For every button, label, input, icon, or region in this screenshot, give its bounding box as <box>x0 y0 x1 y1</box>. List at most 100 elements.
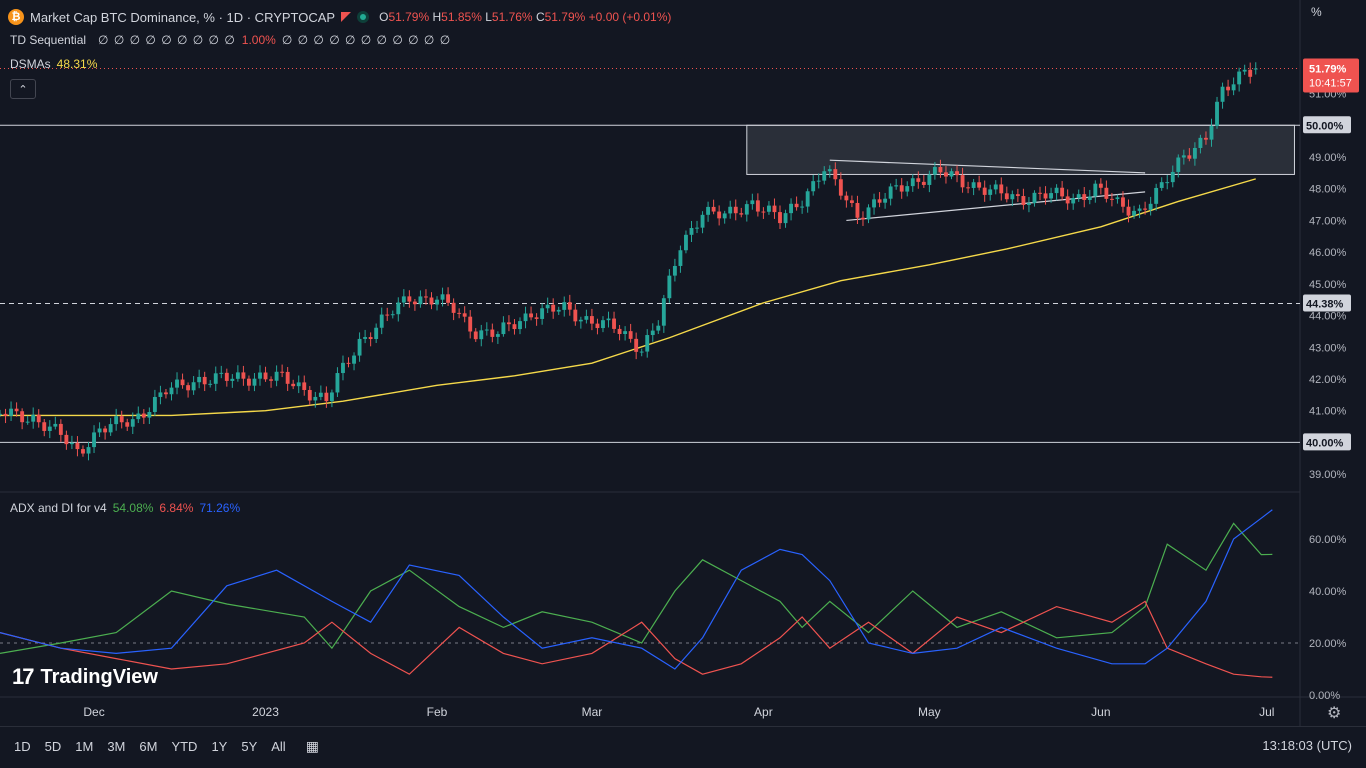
candle-body <box>97 428 102 433</box>
candle-body <box>169 387 174 395</box>
range-5y-button[interactable]: 5Y <box>241 739 257 754</box>
symbol-title[interactable]: Market Cap BTC Dominance, % · 1D · CRYPT… <box>30 10 335 25</box>
candle-body <box>164 392 168 395</box>
candle-body <box>58 423 63 435</box>
tradingview-logo[interactable]: 17 TradingView <box>12 664 158 690</box>
range-6m-button[interactable]: 6M <box>139 739 157 754</box>
flag-icon[interactable] <box>341 12 352 22</box>
candle-body <box>672 265 677 276</box>
candle-body <box>1098 183 1103 188</box>
candle-body <box>490 329 495 337</box>
candle-body <box>252 378 257 386</box>
candle-body <box>14 408 19 412</box>
candle-body <box>689 228 694 235</box>
candle-body <box>1043 193 1048 199</box>
candle-body <box>601 320 605 329</box>
candle-body <box>1087 196 1092 200</box>
candle-body <box>175 379 179 388</box>
price-tag-countdown: 10:41:57 <box>1309 78 1352 90</box>
market-status-icon[interactable] <box>357 11 370 23</box>
horizontal-line-tag: 50.00% <box>1306 120 1344 132</box>
candle-body <box>1148 203 1153 210</box>
candle-body <box>1065 196 1070 204</box>
candle-body <box>888 186 893 199</box>
adx-tick-label: 0.00% <box>1309 690 1340 702</box>
collapse-indicators-button[interactable]: ⌃ <box>10 79 36 99</box>
candle-body <box>534 317 539 319</box>
candle-body <box>92 432 96 448</box>
candle-body <box>357 338 362 356</box>
price-tick-label: 46.00% <box>1309 247 1347 259</box>
candle-body <box>390 314 395 316</box>
candle-body <box>42 422 47 431</box>
candle-body <box>927 174 932 185</box>
candle-body <box>1049 193 1053 199</box>
candle-body <box>396 302 401 315</box>
symbol-legend[interactable]: ₿ Market Cap BTC Dominance, % · 1D · CRY… <box>8 9 671 25</box>
candle-body <box>645 335 650 352</box>
candle-body <box>1010 194 1015 200</box>
candle-body <box>1015 194 1020 197</box>
candle-body <box>191 382 196 391</box>
range-5d-button[interactable]: 5D <box>45 739 62 754</box>
td-sequential-legend[interactable]: TD Sequential ∅ ∅ ∅ ∅ ∅ ∅ ∅ ∅ ∅ 1.00% ∅ … <box>10 33 451 47</box>
candle-body <box>335 373 340 393</box>
candle-body <box>877 199 882 203</box>
candle-body <box>739 213 744 215</box>
candle-body <box>789 203 793 214</box>
candle-body <box>1027 203 1031 205</box>
candle-body <box>916 178 921 182</box>
candle-body <box>274 371 279 381</box>
range-1d-button[interactable]: 1D <box>14 739 31 754</box>
candle-body <box>368 337 373 340</box>
candle-body <box>213 373 218 384</box>
date-range-calendar-icon[interactable]: ▦ <box>306 738 319 755</box>
candle-body <box>855 202 860 218</box>
candle-body <box>31 414 36 422</box>
candle-body <box>81 449 85 454</box>
candle-body <box>241 372 246 379</box>
time-axis-label: May <box>918 705 941 719</box>
price-tick-label: 42.00% <box>1309 374 1347 386</box>
candle-body <box>573 309 578 322</box>
range-1y-button[interactable]: 1Y <box>211 739 227 754</box>
utc-clock[interactable]: 13:18:03 (UTC) <box>1262 738 1352 753</box>
candle-body <box>861 217 865 220</box>
candle-body <box>36 414 41 423</box>
candle-body <box>772 205 777 213</box>
td-values-b: ∅ ∅ ∅ ∅ ∅ ∅ ∅ ∅ ∅ ∅ ∅ <box>281 33 452 47</box>
candle-body <box>418 296 423 305</box>
time-axis-label: Jun <box>1091 705 1110 719</box>
td-value-red: 1.00% <box>241 33 276 47</box>
candle-body <box>1242 69 1247 72</box>
candle-body <box>247 378 251 386</box>
candle-body <box>1187 155 1192 159</box>
range-all-button[interactable]: All <box>271 739 285 754</box>
candle-body <box>667 275 672 299</box>
candle-body <box>899 185 904 192</box>
candle-body <box>379 314 384 328</box>
candle-body <box>484 329 489 331</box>
adx-legend[interactable]: ADX and DI for v4 54.08% 6.84% 71.26% <box>10 501 240 515</box>
chart-canvas[interactable]: %52.00%51.00%50.00%49.00%48.00%47.00%46.… <box>0 0 1366 768</box>
candle-body <box>25 421 30 423</box>
candle-body <box>291 383 296 387</box>
candle-body <box>141 413 146 418</box>
candle-body <box>1032 192 1037 204</box>
gear-icon[interactable]: ⚙ <box>1327 703 1341 723</box>
candle-body <box>540 308 545 319</box>
candle-body <box>999 184 1004 194</box>
dsma-legend[interactable]: DSMAs 48.31% <box>10 57 97 71</box>
candle-body <box>1054 187 1059 194</box>
candle-body <box>1154 187 1159 204</box>
range-1m-button[interactable]: 1M <box>75 739 93 754</box>
candle-body <box>783 213 788 224</box>
range-3m-button[interactable]: 3M <box>107 739 125 754</box>
candle-body <box>114 416 119 425</box>
candle-body <box>440 294 445 300</box>
candle-body <box>684 234 688 251</box>
candle-body <box>446 294 451 303</box>
candle-body <box>125 422 130 427</box>
ohlc-values: O51.79% H51.85% L51.76% C51.79% +0.00 (+… <box>379 10 672 24</box>
range-ytd-button[interactable]: YTD <box>171 739 197 754</box>
